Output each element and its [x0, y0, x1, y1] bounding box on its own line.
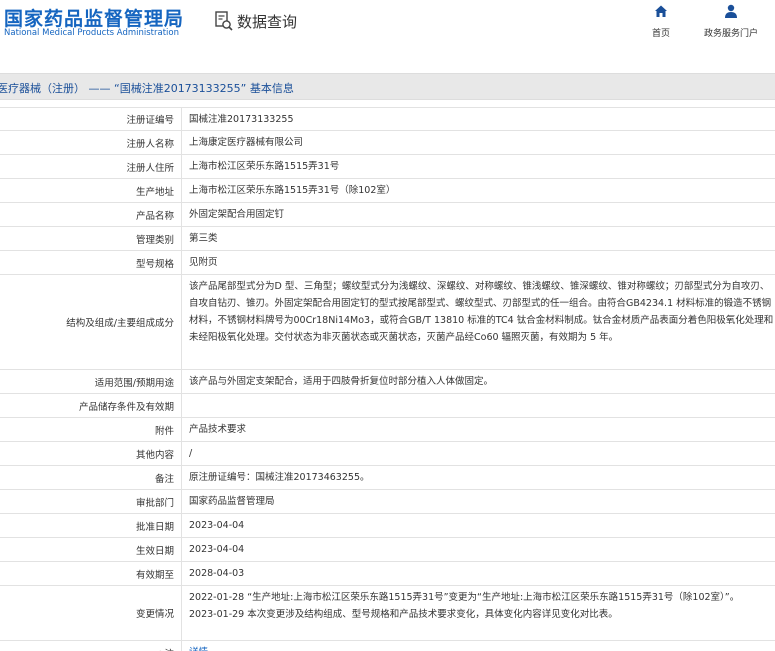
row-label: 管理类别 — [0, 227, 182, 250]
table-row: 生产地址 上海市松江区荣乐东路1515弄31号（除102室） — [0, 179, 775, 203]
row-label: 生效日期 — [0, 538, 182, 561]
row-label: 结构及组成/主要组成成分 — [0, 275, 182, 369]
row-value: 产品技术要求 — [189, 424, 247, 435]
change-history-value: 2022-01-28 “生产地址:上海市松江区荣乐东路1515弄31号”变更为“… — [189, 592, 740, 620]
home-icon — [647, 4, 675, 20]
row-value: 第三类 — [189, 233, 218, 244]
nav-service-label: 政务服务门户 — [703, 29, 758, 39]
row-label: 注册证编号 — [0, 108, 182, 130]
details-link[interactable]: 详情 — [189, 644, 208, 651]
row-value: 2023-04-04 — [189, 520, 245, 531]
row-label: 有效期至 — [0, 562, 182, 585]
table-row: ●注 详情 — [0, 641, 775, 651]
row-value: 2028-04-03 — [189, 568, 245, 579]
row-label: 备注 — [0, 466, 182, 489]
row-label: 变更情况 — [0, 586, 182, 640]
table-row: 产品储存条件及有效期 — [0, 394, 775, 418]
row-label: 注册人住所 — [0, 155, 182, 178]
row-value: 上海市松江区荣乐东路1515弄31号（除102室） — [189, 185, 396, 196]
row-value — [182, 394, 775, 417]
row-value: 原注册证编号：国械注准20173463255。 — [189, 472, 370, 483]
table-row: 附件 产品技术要求 — [0, 418, 775, 442]
nav-service-portal[interactable]: 政务服务门户 — [699, 4, 763, 39]
nav-home-label: 首页 — [651, 29, 670, 39]
table-row: 产品名称 外固定架配合用固定钉 — [0, 203, 775, 227]
row-value: 上海市松江区荣乐东路1515弄31号 — [189, 161, 340, 172]
table-row: 批准日期 2023-04-04 — [0, 514, 775, 538]
record-title: 医疗器械（注册） —— “国械注准20173133255” 基本信息 — [0, 82, 294, 95]
row-label: 审批部门 — [0, 490, 182, 513]
row-value: 国家药品监督管理局 — [189, 496, 275, 507]
row-value: 外固定架配合用固定钉 — [189, 209, 285, 220]
table-row: 适用范围/预期用途 该产品与外固定支架配合，适用于四肢骨折复位时部分植入人体做固… — [0, 370, 775, 394]
row-value: 详情 — [182, 641, 775, 651]
table-row: 生效日期 2023-04-04 — [0, 538, 775, 562]
table-row: 注册人住所 上海市松江区荣乐东路1515弄31号 — [0, 155, 775, 179]
table-row: 结构及组成/主要组成成分 该产品尾部型式分为D 型、三角型；螺纹型式分为浅螺纹、… — [0, 275, 775, 370]
table-row: 审批部门 国家药品监督管理局 — [0, 490, 775, 514]
table-row: 备注 原注册证编号：国械注准20173463255。 — [0, 466, 775, 490]
row-value: 国械注准20173133255 — [189, 113, 294, 125]
row-label: 适用范围/预期用途 — [0, 370, 182, 393]
nav-home[interactable]: 首页 — [647, 4, 675, 39]
row-label: 其他内容 — [0, 442, 182, 465]
row-value: 2023-04-04 — [189, 544, 245, 555]
data-query-label: 数据查询 — [237, 12, 298, 31]
row-label: 产品名称 — [0, 203, 182, 226]
row-value: 见附页 — [189, 257, 218, 268]
row-value: 该产品与外固定支架配合，适用于四肢骨折复位时部分植入人体做固定。 — [189, 376, 494, 387]
row-label: 批准日期 — [0, 514, 182, 537]
user-icon — [699, 4, 763, 20]
row-label: 产品储存条件及有效期 — [0, 394, 182, 417]
row-value: 上海康定医疗器械有限公司 — [189, 137, 304, 148]
row-value: 该产品尾部型式分为D 型、三角型；螺纹型式分为浅螺纹、深螺纹、对称螺纹、锥浅螺纹… — [189, 281, 774, 343]
table-row: 变更情况 2022-01-28 “生产地址:上海市松江区荣乐东路1515弄31号… — [0, 586, 775, 641]
row-label: 附件 — [0, 418, 182, 441]
table-row: 注册证编号 国械注准20173133255 — [0, 107, 775, 131]
table-row: 型号规格 见附页 — [0, 251, 775, 275]
data-query-link[interactable]: 数据查询 — [214, 9, 297, 33]
site-header: 国家药品监督管理局 National Medical Products Admi… — [0, 0, 775, 62]
row-label: ●注 — [0, 641, 182, 651]
row-value: / — [189, 448, 193, 459]
table-row: 注册人名称 上海康定医疗器械有限公司 — [0, 131, 775, 155]
document-search-icon — [214, 10, 234, 32]
table-row: 其他内容 / — [0, 442, 775, 466]
site-logo-en[interactable]: National Medical Products Administration — [4, 28, 179, 38]
table-row: 有效期至 2028-04-03 — [0, 562, 775, 586]
record-title-bar: 医疗器械（注册） —— “国械注准20173133255” 基本信息 — [0, 73, 775, 100]
site-logo-cn[interactable]: 国家药品监督管理局 — [4, 4, 184, 31]
row-label: 型号规格 — [0, 251, 182, 274]
row-label: 生产地址 — [0, 179, 182, 202]
table-row: 管理类别 第三类 — [0, 227, 775, 251]
row-label: 注册人名称 — [0, 131, 182, 154]
record-detail-table: 注册证编号 国械注准20173133255 注册人名称 上海康定医疗器械有限公司… — [0, 107, 775, 651]
